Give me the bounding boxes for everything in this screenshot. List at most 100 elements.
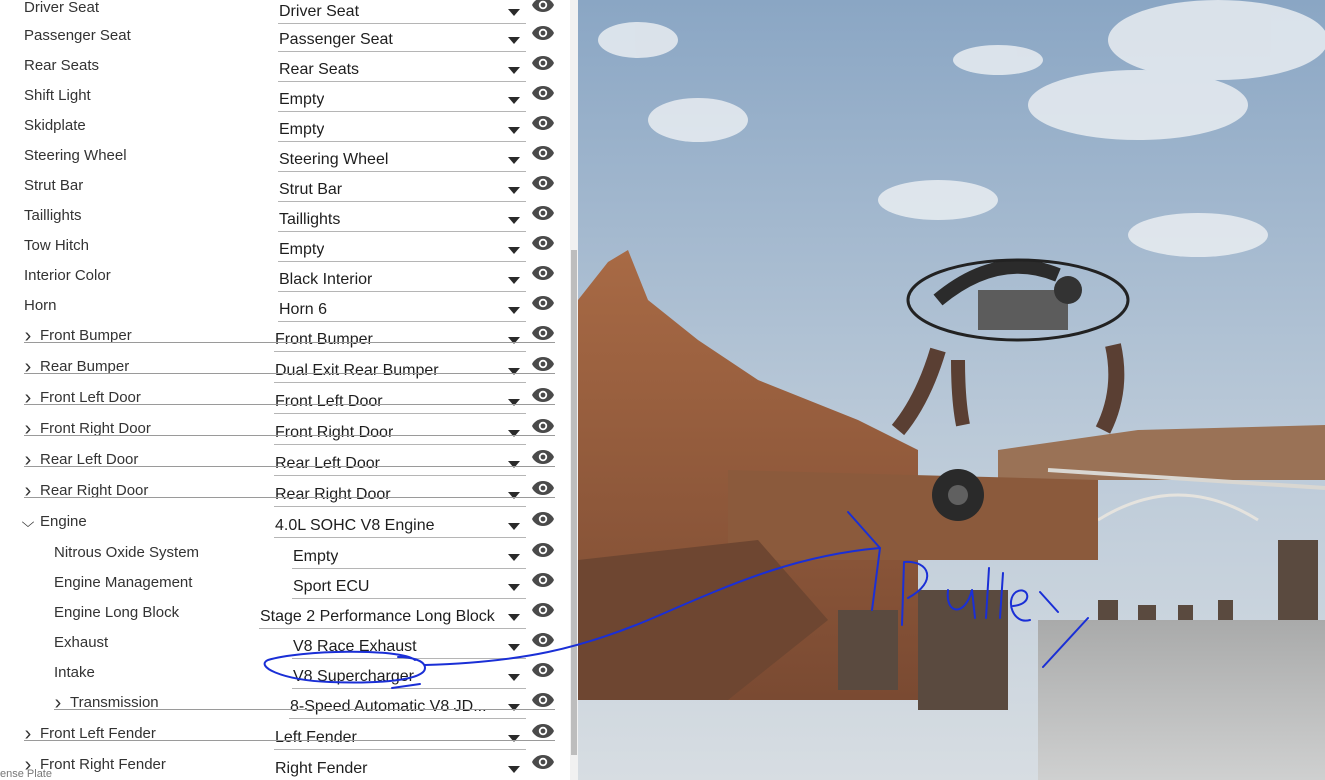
part-row: Interior Color Black Interior	[0, 266, 570, 297]
eye-icon[interactable]	[531, 0, 555, 17]
part-label: Exhaust	[54, 634, 109, 651]
part-select[interactable]: Empty	[278, 237, 526, 262]
scrollbar-thumb[interactable]	[571, 250, 577, 755]
part-select[interactable]: 4.0L SOHC V8 Engine	[274, 513, 526, 538]
part-row: Nitrous Oxide System Empty	[0, 543, 570, 574]
eye-icon[interactable]	[531, 81, 555, 105]
part-label: Driver Seat	[24, 0, 100, 16]
part-select[interactable]: Empty	[278, 87, 526, 112]
part-row: Driver Seat Driver Seat	[0, 0, 570, 29]
part-select-value: Dual Exit Rear Bumper	[275, 362, 439, 379]
part-select-value: Empty	[279, 121, 325, 138]
group-divider	[24, 373, 555, 374]
eye-icon[interactable]	[531, 750, 555, 774]
caret-down-icon	[508, 67, 520, 74]
eye-icon[interactable]	[531, 111, 555, 135]
eye-icon[interactable]	[531, 141, 555, 165]
part-select-value: Empty	[279, 91, 325, 108]
eye-icon[interactable]	[531, 658, 555, 682]
caret-down-icon	[508, 187, 520, 194]
caret-down-icon	[508, 554, 520, 561]
part-select[interactable]: Right Fender	[274, 756, 526, 780]
part-select-value: Horn 6	[279, 301, 328, 318]
part-select[interactable]: Horn 6	[278, 297, 526, 322]
caret-down-icon	[508, 127, 520, 134]
part-select[interactable]: Steering Wheel	[278, 147, 526, 172]
part-label: Passenger Seat	[24, 27, 131, 44]
eye-icon[interactable]	[531, 507, 555, 531]
group-divider	[54, 709, 555, 710]
part-select-value: Black Interior	[279, 271, 373, 288]
part-label: Nitrous Oxide System	[54, 544, 200, 561]
part-row: Exhaust V8 Race Exhaust	[0, 633, 570, 664]
eye-icon[interactable]	[531, 291, 555, 315]
part-label: Interior Color	[24, 267, 111, 284]
part-select[interactable]: Stage 2 Performance Long Block	[259, 604, 526, 629]
part-select[interactable]: Sport ECU	[292, 574, 526, 599]
part-select[interactable]: Driver Seat	[278, 0, 526, 24]
eye-icon[interactable]	[531, 598, 555, 622]
part-label: Intake	[54, 664, 95, 681]
part-select[interactable]: Front Left Door	[274, 389, 526, 414]
part-select[interactable]: Dual Exit Rear Bumper	[274, 358, 526, 383]
part-select-value: Empty	[293, 548, 339, 565]
3d-viewport[interactable]	[578, 0, 1325, 780]
part-select[interactable]: Passenger Seat	[278, 27, 526, 52]
part-select[interactable]: Front Bumper	[274, 327, 526, 352]
eye-icon[interactable]	[531, 538, 555, 562]
part-select[interactable]: V8 Race Exhaust	[292, 634, 526, 659]
eye-icon[interactable]	[531, 201, 555, 225]
part-select[interactable]: Empty	[278, 117, 526, 142]
part-row: Engine Management Sport ECU	[0, 573, 570, 604]
part-select-value: Strut Bar	[279, 181, 343, 198]
group-divider	[24, 404, 555, 405]
part-select-value: Rear Left Door	[275, 455, 380, 472]
caret-down-icon	[508, 37, 520, 44]
caret-down-icon	[508, 644, 520, 651]
caret-down-icon	[508, 766, 520, 773]
part-row: ⌵ Engine 4.0L SOHC V8 Engine	[0, 512, 570, 543]
part-label: Steering Wheel	[24, 147, 127, 164]
part-select[interactable]: Rear Left Door	[274, 451, 526, 476]
part-select-value: Steering Wheel	[279, 151, 389, 168]
eye-icon[interactable]	[531, 51, 555, 75]
chevron-down-icon[interactable]: ⌵	[21, 513, 35, 531]
part-select-value: Front Left Door	[275, 393, 383, 410]
part-label: Engine	[40, 513, 87, 530]
part-select-value: Passenger Seat	[279, 31, 393, 48]
part-label: Front Right Fender	[40, 756, 166, 773]
caret-down-icon	[508, 307, 520, 314]
eye-icon[interactable]	[531, 21, 555, 45]
caret-down-icon	[508, 217, 520, 224]
caret-down-icon	[508, 584, 520, 591]
part-select[interactable]: Empty	[292, 544, 526, 569]
part-select[interactable]: Left Fender	[274, 725, 526, 750]
part-select[interactable]: V8 Supercharger	[292, 664, 526, 689]
eye-icon[interactable]	[531, 261, 555, 285]
part-select-value: Rear Seats	[279, 61, 360, 78]
part-label: Tow Hitch	[24, 237, 90, 254]
part-select[interactable]: Taillights	[278, 207, 526, 232]
part-row: Shift Light Empty	[0, 86, 570, 117]
caret-down-icon	[508, 614, 520, 621]
caret-down-icon	[508, 523, 520, 530]
part-row: Strut Bar Strut Bar	[0, 176, 570, 207]
part-select[interactable]: 8-Speed Automatic V8 JD...	[289, 694, 526, 719]
caret-down-icon	[508, 247, 520, 254]
part-select[interactable]: Strut Bar	[278, 177, 526, 202]
eye-icon[interactable]	[531, 568, 555, 592]
part-select[interactable]: Black Interior	[278, 267, 526, 292]
part-select-value: Driver Seat	[279, 3, 360, 20]
part-select[interactable]: Rear Seats	[278, 57, 526, 82]
part-select-value: Rear Right Door	[275, 486, 391, 503]
ground-plane	[1038, 620, 1325, 780]
part-row: Horn Horn 6	[0, 296, 570, 327]
eye-icon[interactable]	[531, 628, 555, 652]
eye-icon[interactable]	[531, 171, 555, 195]
group-divider	[24, 466, 555, 467]
part-row: Rear Seats Rear Seats	[0, 56, 570, 87]
part-select[interactable]: Front Right Door	[274, 420, 526, 445]
part-row: Tow Hitch Empty	[0, 236, 570, 267]
eye-icon[interactable]	[531, 231, 555, 255]
part-select[interactable]: Rear Right Door	[274, 482, 526, 507]
